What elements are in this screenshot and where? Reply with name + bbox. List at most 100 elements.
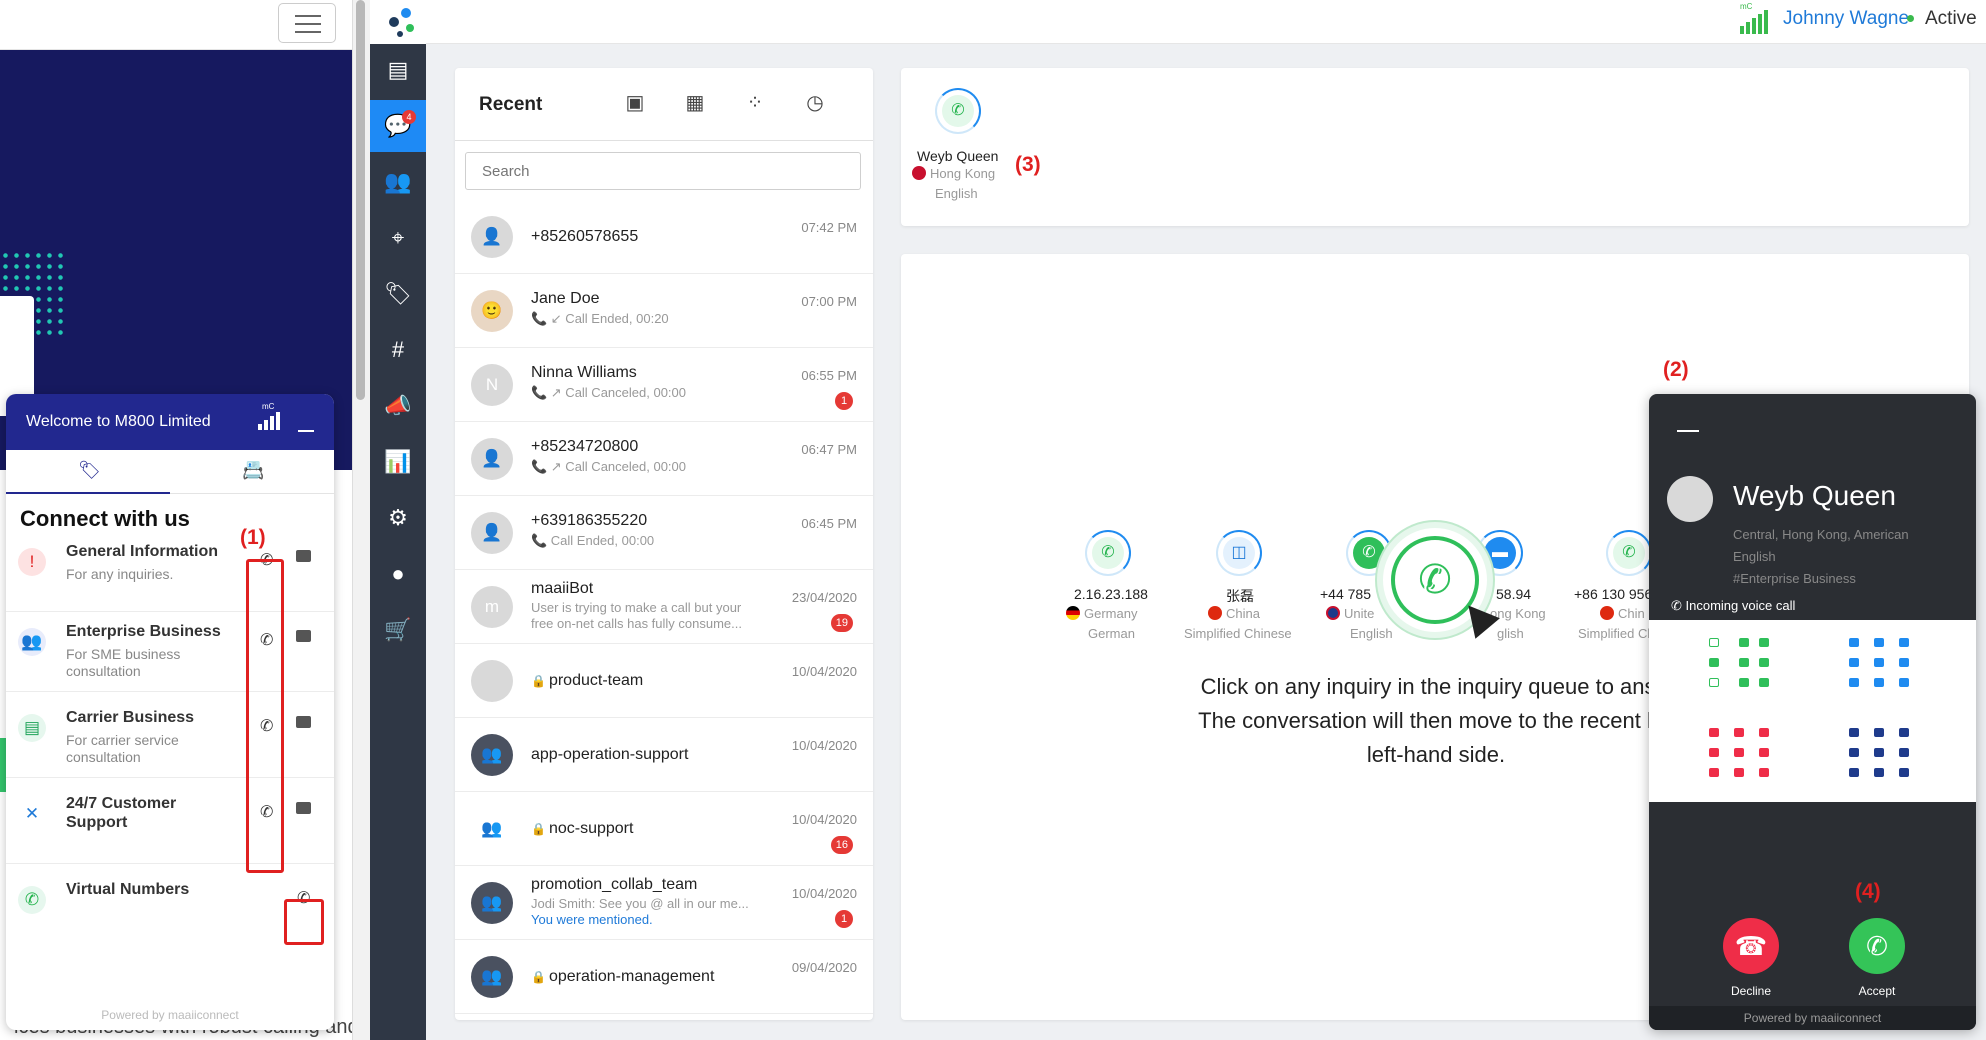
phone-icon: ✆ <box>1866 931 1888 961</box>
channel-icon <box>1709 678 1719 687</box>
item-desc: For SME business consultation <box>66 646 181 679</box>
row-time: 10/04/2020 <box>791 664 857 679</box>
tag-icon[interactable]: 🏷 <box>370 268 426 320</box>
settings-icon[interactable]: ⚙ <box>370 492 426 544</box>
row-name-text: operation-management <box>548 968 715 985</box>
inquiry-language: Simplified Cl <box>1578 626 1651 641</box>
row-time: 10/04/2020 <box>791 886 857 901</box>
mention-text: You were mentioned. <box>531 912 653 927</box>
user-status[interactable]: Active <box>1925 8 1977 30</box>
chat-icon[interactable] <box>296 630 311 642</box>
inquiry-location-text: Chin <box>1618 606 1645 621</box>
inquiry-name: +86 130 9562 <box>1574 586 1661 602</box>
stage-inquiry[interactable]: ◫ <box>1216 530 1262 576</box>
accept-call-button[interactable]: ✆ <box>1849 918 1905 974</box>
active-tab-indicator <box>6 492 170 494</box>
dialpad-icon[interactable]: ⁘ <box>741 90 769 118</box>
phone-icon: ✆ <box>18 886 46 914</box>
stage-inquiry[interactable]: ✆ <box>1606 530 1652 576</box>
recent-row[interactable]: 👤 +85234720800 📞 ↗ Call Canceled, 00:00 … <box>455 422 873 496</box>
row-name: 🔒 product-team <box>531 672 771 690</box>
screen-share-icon: ◫ <box>1223 537 1255 569</box>
inbox-icon[interactable]: ▤ <box>370 44 426 96</box>
group-avatar-icon: 👥 <box>471 882 513 924</box>
hamburger-menu-button[interactable] <box>278 3 336 43</box>
stage-inquiry[interactable]: ✆ <box>1085 530 1131 576</box>
caller-tag: #Enterprise Business <box>1733 571 1856 586</box>
recent-row[interactable]: 👤 +639186355220 📞 Call Ended, 00:00 06:4… <box>455 496 873 570</box>
decline-call-button[interactable]: ☎ <box>1723 918 1779 974</box>
recent-row[interactable]: m maaiiBot User is trying to make a call… <box>455 570 873 644</box>
unread-badge: 1 <box>835 392 853 410</box>
item-name: Carrier Business <box>66 709 195 726</box>
minimize-button[interactable] <box>1677 430 1699 432</box>
queue-inquiry[interactable]: ✆ <box>935 88 981 134</box>
recent-row[interactable]: 🔒 product-team 10/04/2020 <box>455 644 873 718</box>
queue-inquiry-location: Hong Kong <box>912 166 995 181</box>
chat-icon[interactable] <box>296 716 311 728</box>
minimize-button[interactable] <box>298 430 314 432</box>
megaphone-icon[interactable]: 📣 <box>370 380 426 432</box>
tag-icon[interactable]: 🏷 <box>78 460 101 481</box>
chat-icon[interactable] <box>296 802 311 814</box>
widget-item-enterprise[interactable]: 👥 Enterprise Business For SME business c… <box>6 606 334 692</box>
row-time: 07:42 PM <box>801 220 857 235</box>
contacts-group-icon[interactable]: 👥 <box>370 156 426 208</box>
channel-icon <box>1734 728 1744 737</box>
row-name: maaiiBot <box>531 580 594 597</box>
chat-icon[interactable]: 💬 4 <box>370 100 426 152</box>
recent-row[interactable]: N Ninna Williams 📞 ↗ Call Canceled, 00:0… <box>455 348 873 422</box>
row-name: 🔒 noc-support <box>531 820 771 838</box>
incoming-call-popup: Weyb Queen Central, Hong Kong, American … <box>1649 394 1976 1030</box>
channel-icon <box>1759 638 1769 647</box>
inquiry-queue <box>901 68 1969 226</box>
inquiry-language: German <box>1088 626 1135 641</box>
history-icon[interactable]: ◷ <box>801 90 829 118</box>
contact-book-icon[interactable]: ▦ <box>681 90 709 118</box>
channel-icon <box>1759 658 1769 667</box>
recent-row[interactable]: 👥 promotion_collab_team Jodi Smith: See … <box>455 866 873 940</box>
widget-tabs: 🏷 📇 <box>6 450 334 494</box>
queue-location-text: Hong Kong <box>930 166 996 181</box>
hashtag-icon[interactable]: # <box>370 324 426 376</box>
recent-row[interactable]: 👤 +85260578655 07:42 PM <box>455 200 873 274</box>
inquiry-location: Chin <box>1600 606 1645 621</box>
profile-icon[interactable]: ● <box>370 548 426 600</box>
annotation-2: (2) <box>1663 358 1689 381</box>
widget-item-general[interactable]: ! General Information For any inquiries.… <box>6 526 334 612</box>
logo-icon[interactable] <box>380 4 420 40</box>
website-pane: ices businesses with robust calling and … <box>0 0 352 1040</box>
wrench-icon: ✕ <box>18 800 46 828</box>
widget-item-carrier[interactable]: ▤ Carrier Business For carrier service c… <box>6 692 334 778</box>
flag-hk-icon <box>912 166 926 180</box>
lock-icon: 🔒 <box>531 822 546 836</box>
chat-icon[interactable] <box>296 550 311 562</box>
recent-row[interactable]: 👥 🔒 noc-support 10/04/2020 16 <box>455 792 873 866</box>
recent-row[interactable]: 🙂 Jane Doe 📞 ↙ Call Ended, 00:20 07:00 P… <box>455 274 873 348</box>
channel-icon <box>1899 638 1909 647</box>
row-time: 07:00 PM <box>801 294 857 309</box>
scrollbar-thumb[interactable] <box>356 0 365 400</box>
recent-row[interactable]: 👥 app-operation-support 10/04/2020 <box>455 718 873 792</box>
group-avatar-icon: 👥 <box>471 956 513 998</box>
widget-item-support[interactable]: ✕ 24/7 Customer Support ✆ <box>6 778 334 864</box>
channel-icon <box>1874 658 1884 667</box>
contacts-icon[interactable]: 📇 <box>242 460 264 481</box>
avatar: N <box>471 364 513 406</box>
channel-icon <box>1849 748 1859 757</box>
analytics-icon[interactable]: 📊 <box>370 436 426 488</box>
location-icon[interactable]: ⌖ <box>370 212 426 264</box>
search-input[interactable] <box>465 152 861 190</box>
recent-row[interactable]: 👥 🔒 operation-management 09/04/2020 <box>455 940 873 1014</box>
annotation-3: (3) <box>1015 153 1041 176</box>
channel-icon <box>1874 678 1884 687</box>
row-sub: 📞 ↗ Call Canceled, 00:00 <box>531 459 686 474</box>
cart-icon[interactable]: 🛒 <box>370 604 426 656</box>
new-chat-icon[interactable]: ▣ <box>621 90 649 118</box>
user-name[interactable]: Johnny Wagne <box>1783 8 1909 30</box>
channel-icon <box>1899 748 1909 757</box>
unread-badge: 16 <box>830 836 853 854</box>
unread-badge: 1 <box>835 910 853 928</box>
row-time: 23/04/2020 <box>791 590 857 605</box>
row-name: promotion_collab_team <box>531 876 698 893</box>
